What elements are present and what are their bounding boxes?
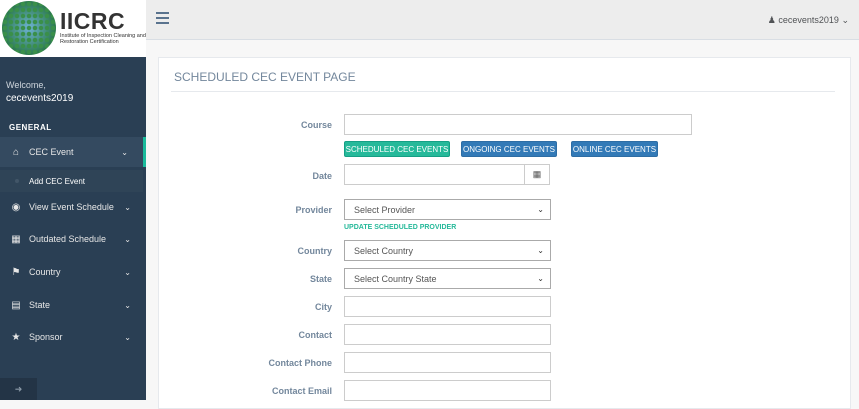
chevron-down-icon: ⌄ — [124, 202, 131, 212]
state-label: State — [309, 274, 332, 284]
chevron-down-icon: ⌄ — [537, 274, 544, 283]
brand-name: IICRC — [60, 8, 126, 34]
country-label: Country — [297, 246, 333, 256]
state-select-value: Select Country State — [354, 273, 437, 284]
course-label: Course — [300, 120, 332, 130]
calendar-icon: ▦ — [11, 233, 21, 245]
provider-select-value: Select Provider — [354, 204, 416, 215]
sidebar-item-cec-event[interactable]: ⌂ CEC Event ⌄ — [0, 137, 146, 167]
logout-icon: ➜ — [14, 383, 23, 394]
divider — [171, 91, 835, 92]
user-icon: ♟ — [767, 15, 776, 25]
chevron-down-icon: ⌄ — [124, 332, 131, 342]
contact-phone-label: Contact Phone — [268, 358, 332, 368]
state-select[interactable]: Select Country State ⌄ — [344, 268, 551, 289]
chevron-down-icon: ⌄ — [124, 300, 131, 310]
provider-select[interactable]: Select Provider ⌄ — [344, 199, 551, 220]
eye-icon: ◉ — [11, 201, 21, 213]
sidebar-item-view-event-schedule[interactable]: ◉ View Event Schedule ⌄ — [0, 192, 146, 222]
table-icon: ▤ — [11, 299, 21, 311]
flag-icon: ⚑ — [11, 266, 21, 278]
brand-logo[interactable]: IICRC Institute of Inspection Cleaning a… — [0, 0, 146, 57]
contact-email-label: Contact Email — [271, 386, 332, 396]
logout-button[interactable]: ➜ — [0, 378, 37, 400]
sidebar-subitem-label: Add CEC Event — [29, 176, 86, 186]
contact-phone-input[interactable] — [344, 352, 551, 373]
bullet-dot — [15, 179, 19, 183]
sidebar-section-title: GENERAL — [9, 123, 52, 132]
contact-input[interactable] — [344, 324, 551, 345]
star-icon: ★ — [11, 331, 21, 343]
update-scheduled-provider-link[interactable]: UPDATE SCHEDULED PROVIDER — [344, 224, 456, 231]
online-cec-events-button[interactable]: ONLINE CEC EVENTS — [571, 141, 658, 157]
chevron-down-icon: ⌄ — [537, 205, 544, 214]
user-menu[interactable]: ♟ cecevents2019 ⌄ — [768, 15, 849, 26]
home-icon: ⌂ — [12, 146, 20, 158]
country-select-value: Select Country — [354, 245, 414, 256]
scheduled-cec-events-button[interactable]: SCHEDULED CEC EVENTS — [344, 141, 450, 157]
welcome-text: Welcome, — [6, 80, 46, 90]
date-label: Date — [312, 171, 332, 181]
logo-emblem-icon — [2, 1, 56, 55]
sidebar-item-country[interactable]: ⚑ Country ⌄ — [0, 257, 146, 287]
sidebar-item-label: State — [29, 300, 51, 310]
chevron-down-icon: ⌄ — [537, 246, 544, 255]
date-input[interactable] — [344, 164, 525, 185]
chevron-down-icon: ⌄ — [121, 147, 128, 157]
calendar-icon: ▦ — [532, 169, 542, 179]
sidebar-item-label: View Event Schedule — [29, 202, 114, 212]
course-input[interactable] — [344, 114, 692, 135]
sidebar: IICRC Institute of Inspection Cleaning a… — [0, 0, 146, 400]
menu-toggle-icon[interactable] — [156, 12, 169, 24]
calendar-button[interactable]: ▦ — [524, 164, 550, 185]
sidebar-item-label: Country — [29, 267, 61, 277]
sidebar-item-sponsor[interactable]: ★ Sponsor ⌄ — [0, 322, 146, 352]
top-navbar: ♟ cecevents2019 ⌄ — [146, 0, 859, 40]
user-menu-label: cecevents2019 — [778, 15, 839, 25]
sidebar-item-label: Outdated Schedule — [29, 234, 107, 244]
contact-label: Contact — [298, 330, 333, 340]
chevron-down-icon: ⌄ — [124, 234, 131, 244]
chevron-down-icon: ⌄ — [124, 267, 131, 277]
sidebar-item-label: Sponsor — [29, 332, 63, 342]
contact-email-input[interactable] — [344, 380, 551, 401]
city-input[interactable] — [344, 296, 551, 317]
sidebar-item-outdated-schedule[interactable]: ▦ Outdated Schedule ⌄ — [0, 224, 146, 254]
city-label: City — [314, 302, 332, 312]
provider-label: Provider — [295, 205, 332, 215]
chevron-down-icon: ⌄ — [841, 15, 849, 25]
sidebar-username: cecevents2019 — [6, 93, 74, 104]
sidebar-subitem-add-cec-event[interactable]: Add CEC Event — [0, 170, 143, 192]
brand-subtitle: Institute of Inspection Cleaning and Res… — [60, 33, 146, 45]
sidebar-item-label: CEC Event — [29, 147, 74, 157]
country-select[interactable]: Select Country ⌄ — [344, 240, 551, 261]
sidebar-item-state[interactable]: ▤ State ⌄ — [0, 290, 146, 320]
ongoing-cec-events-button[interactable]: ONGOING CEC EVENTS — [461, 141, 557, 157]
page-title: SCHEDULED CEC EVENT PAGE — [174, 70, 356, 84]
